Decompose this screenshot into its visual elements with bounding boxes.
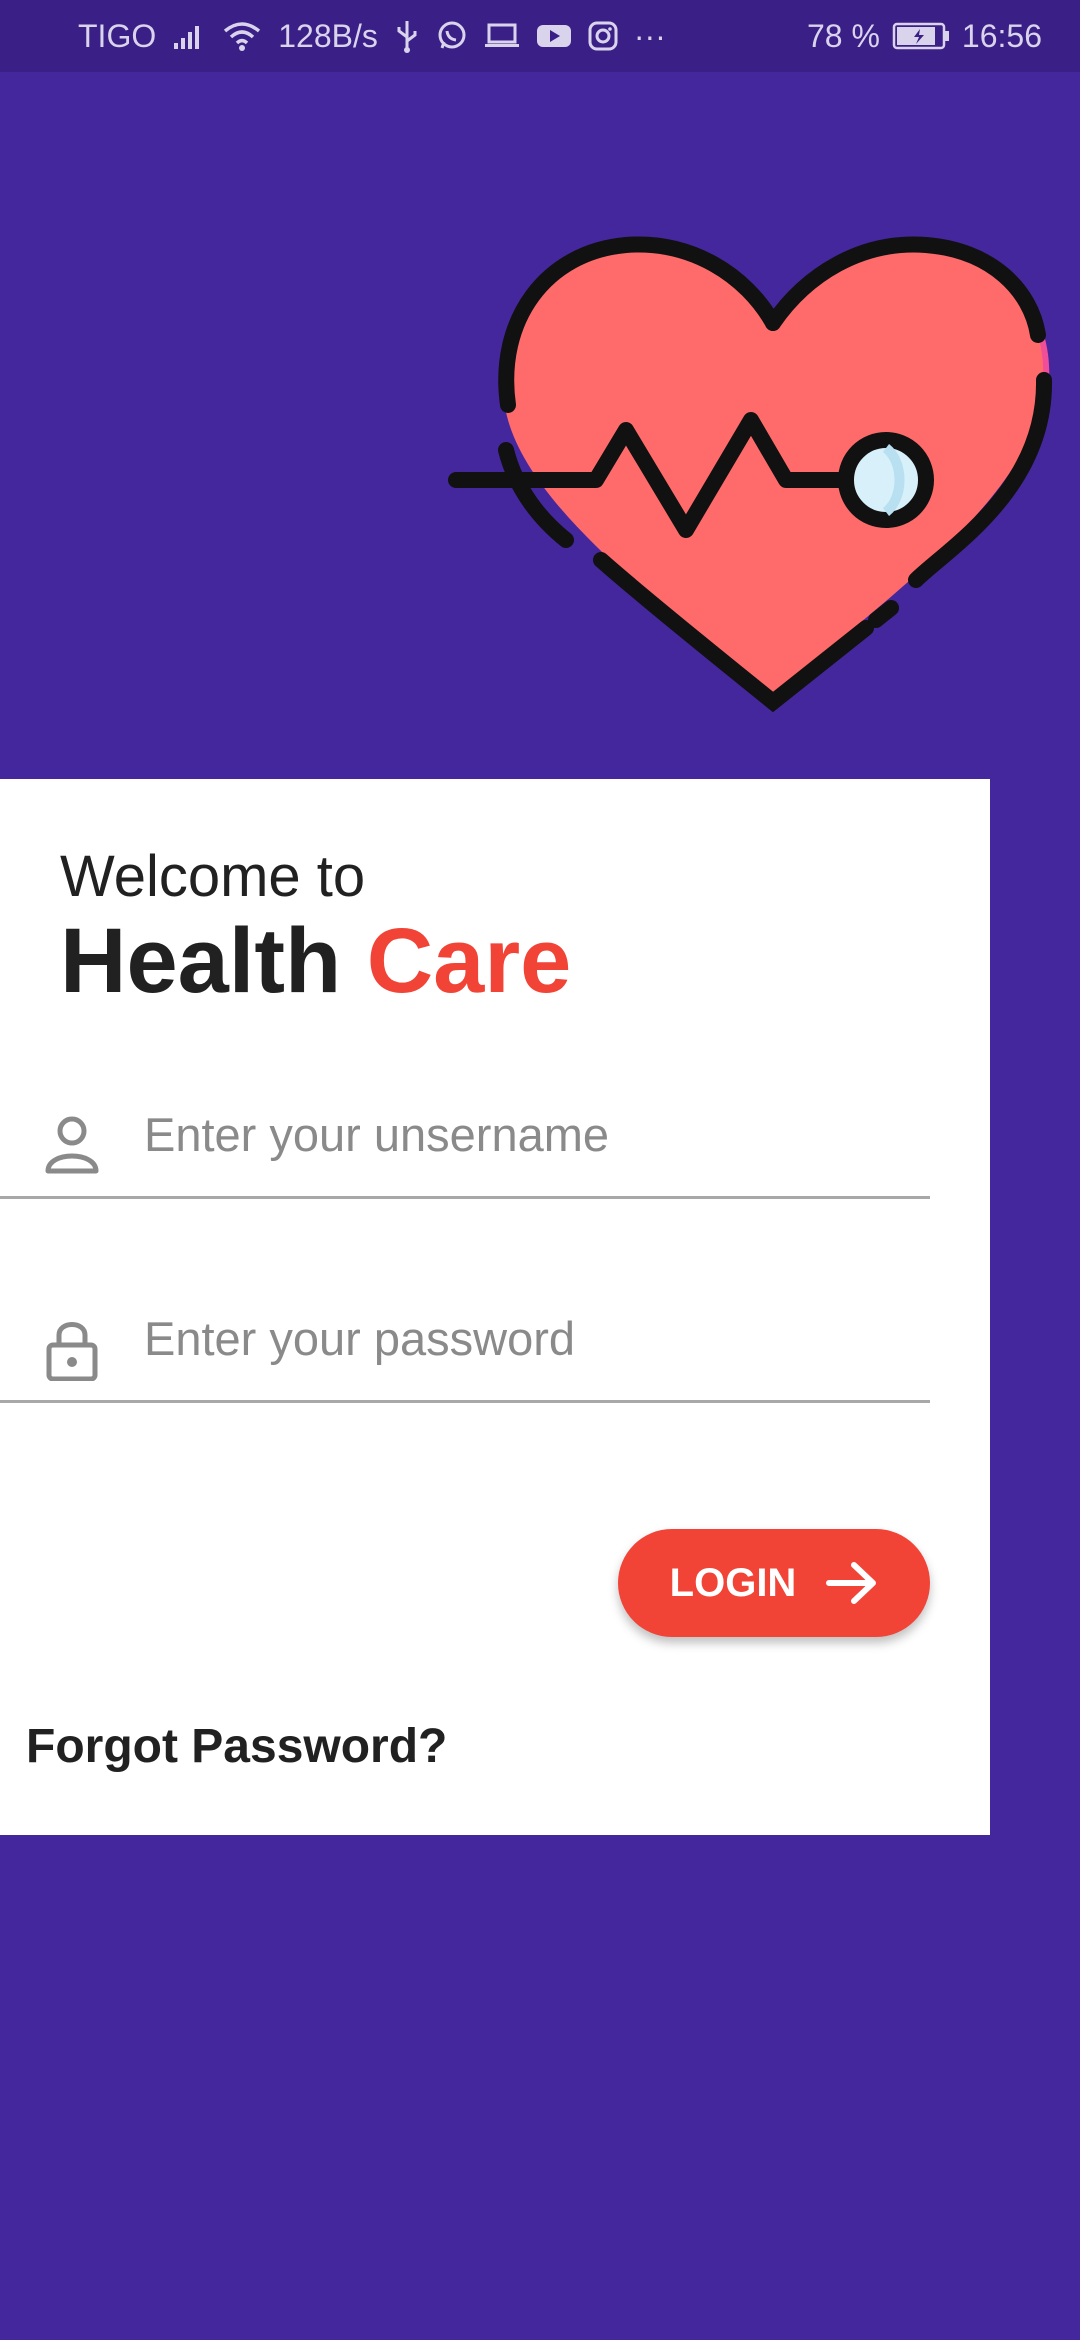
app-title-main: Health — [60, 910, 342, 1012]
signal-icon — [172, 21, 206, 51]
password-input[interactable] — [144, 1293, 904, 1383]
password-field[interactable] — [0, 1273, 930, 1403]
laptop-icon — [484, 22, 520, 50]
arrow-right-icon — [826, 1561, 878, 1605]
username-field[interactable] — [0, 1069, 930, 1199]
carrier-name: TIGO — [78, 17, 157, 54]
youtube-icon — [536, 22, 572, 50]
user-icon — [44, 1113, 100, 1177]
battery-percent: 78 % — [806, 17, 880, 54]
clock-time: 16:56 — [961, 17, 1042, 54]
login-button-label: LOGIN — [669, 1560, 797, 1605]
lock-icon — [44, 1317, 100, 1382]
more-notifications: ··· — [633, 17, 666, 54]
battery-icon — [892, 21, 950, 51]
app-title: Health Care — [60, 909, 571, 1014]
app-title-accent: Care — [366, 910, 572, 1012]
network-speed: 128B/s — [278, 17, 378, 54]
forgot-password-link[interactable]: Forgot Password? — [26, 1719, 447, 1774]
usb-icon — [394, 19, 420, 53]
heart-pulse-icon — [446, 230, 1056, 730]
username-input[interactable] — [144, 1089, 904, 1179]
instagram-icon — [588, 21, 618, 51]
status-bar: TIGO 128B/s ··· 78 % 16:56 — [0, 0, 1080, 72]
login-card: Welcome to Health Care LOGIN — [0, 779, 990, 1835]
welcome-text: Welcome to — [60, 844, 366, 909]
wifi-icon — [222, 20, 262, 52]
whatsapp-icon — [436, 20, 468, 52]
login-button[interactable]: LOGIN — [618, 1529, 930, 1637]
